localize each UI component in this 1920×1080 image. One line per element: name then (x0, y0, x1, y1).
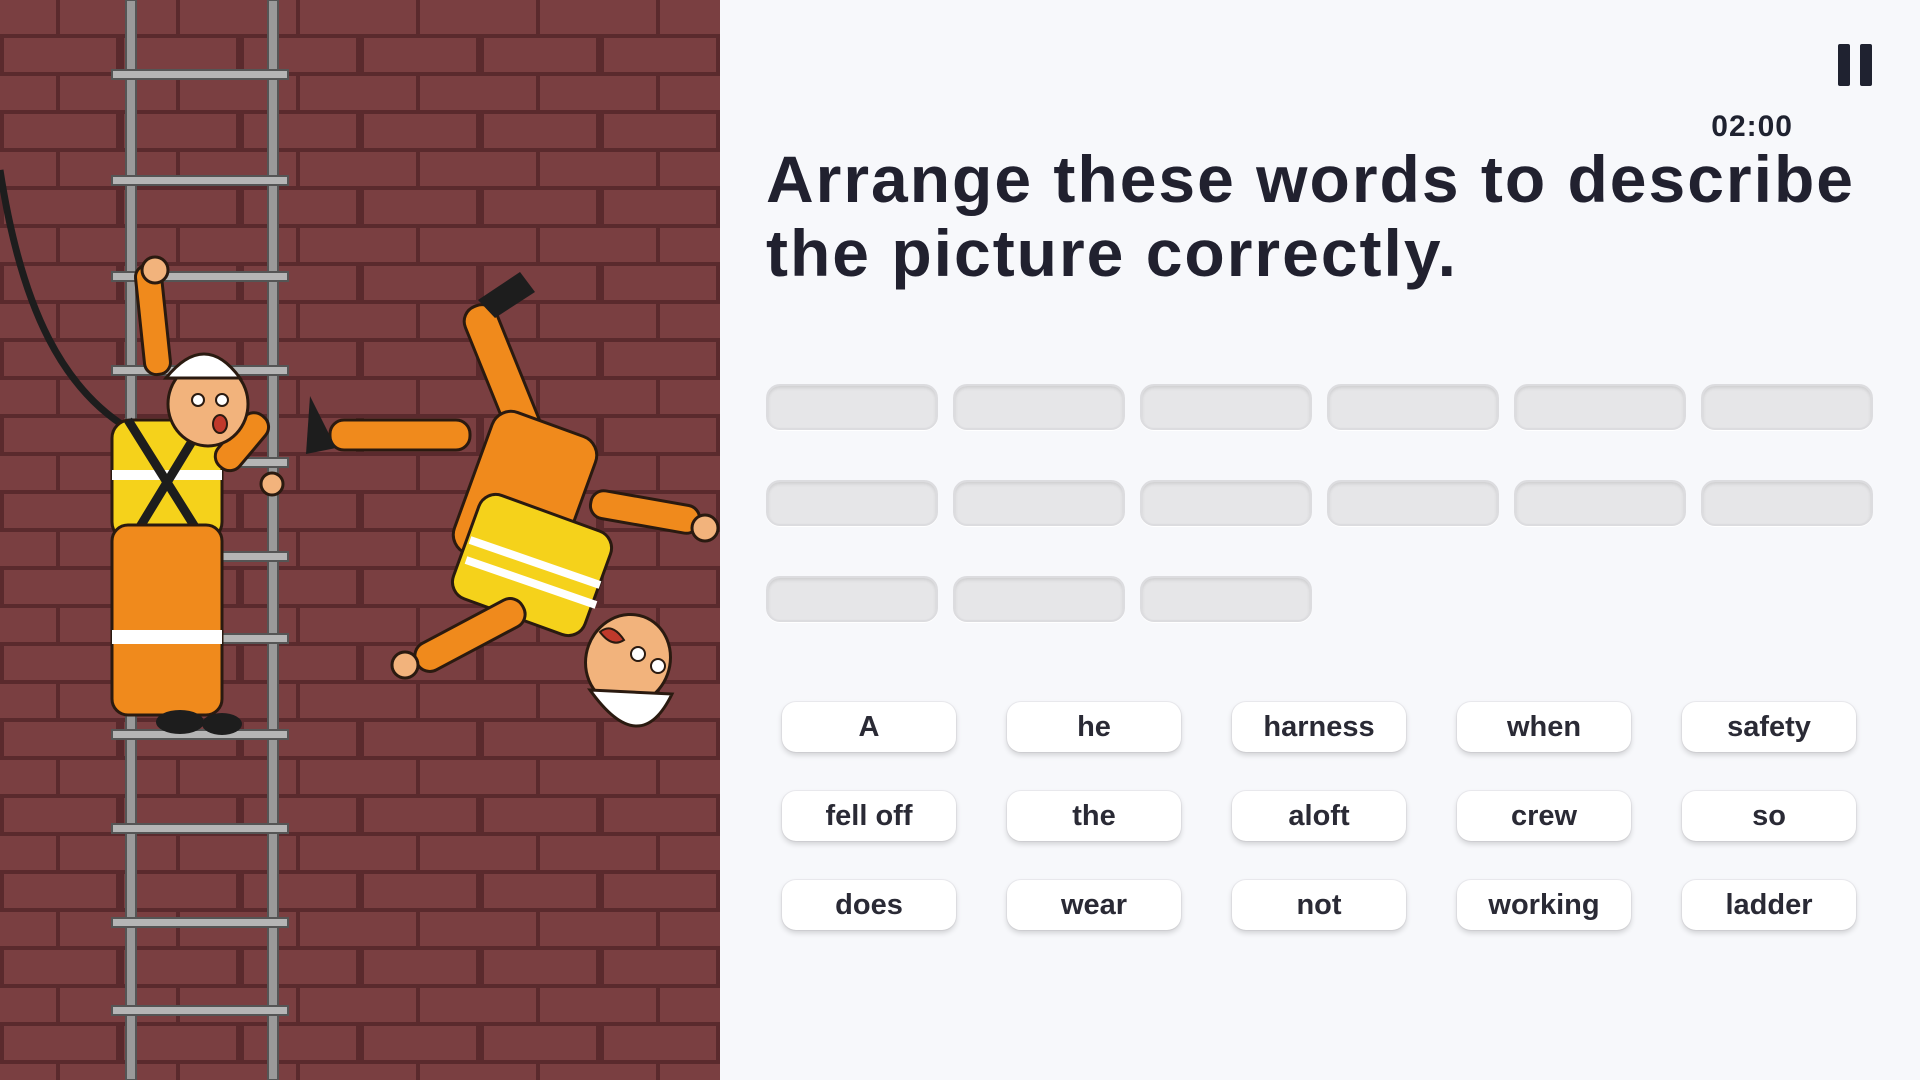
answer-slot[interactable] (953, 576, 1125, 622)
workers-on-ladder-illustration (0, 0, 720, 1080)
countdown-timer: 02:00 (1711, 110, 1793, 143)
answer-slot[interactable] (1701, 384, 1873, 430)
answer-slot[interactable] (766, 480, 938, 526)
answer-slot[interactable] (1140, 576, 1312, 622)
word-tile[interactable]: working (1457, 880, 1631, 930)
answer-slot[interactable] (1327, 384, 1499, 430)
answer-slot[interactable] (953, 384, 1125, 430)
pause-bar-right (1860, 44, 1872, 86)
word-tile[interactable]: when (1457, 702, 1631, 752)
answer-slot[interactable] (766, 576, 938, 622)
pause-bar-left (1838, 44, 1850, 86)
word-tile[interactable]: he (1007, 702, 1181, 752)
answer-slot[interactable] (1140, 480, 1312, 526)
pause-button[interactable] (1838, 44, 1872, 86)
answer-slot[interactable] (1701, 480, 1873, 526)
answer-slot[interactable] (953, 480, 1125, 526)
answer-slot[interactable] (1514, 384, 1686, 430)
word-tile[interactable]: not (1232, 880, 1406, 930)
word-tile[interactable]: so (1682, 791, 1856, 841)
answer-slot[interactable] (1140, 384, 1312, 430)
word-tile[interactable]: ladder (1682, 880, 1856, 930)
word-tile[interactable]: crew (1457, 791, 1631, 841)
word-tile[interactable]: wear (1007, 880, 1181, 930)
answer-slot[interactable] (1327, 480, 1499, 526)
word-tile[interactable]: A (782, 702, 956, 752)
word-tile[interactable]: fell off (782, 791, 956, 841)
word-tile[interactable]: safety (1682, 702, 1856, 752)
word-tile[interactable]: does (782, 880, 956, 930)
illustration-panel (0, 0, 720, 1080)
word-tile[interactable]: the (1007, 791, 1181, 841)
word-tile[interactable]: aloft (1232, 791, 1406, 841)
answer-slot[interactable] (766, 384, 938, 430)
answer-slot[interactable] (1514, 480, 1686, 526)
question-prompt: Arrange these words to describe the pict… (766, 142, 1855, 290)
word-tile[interactable]: harness (1232, 702, 1406, 752)
